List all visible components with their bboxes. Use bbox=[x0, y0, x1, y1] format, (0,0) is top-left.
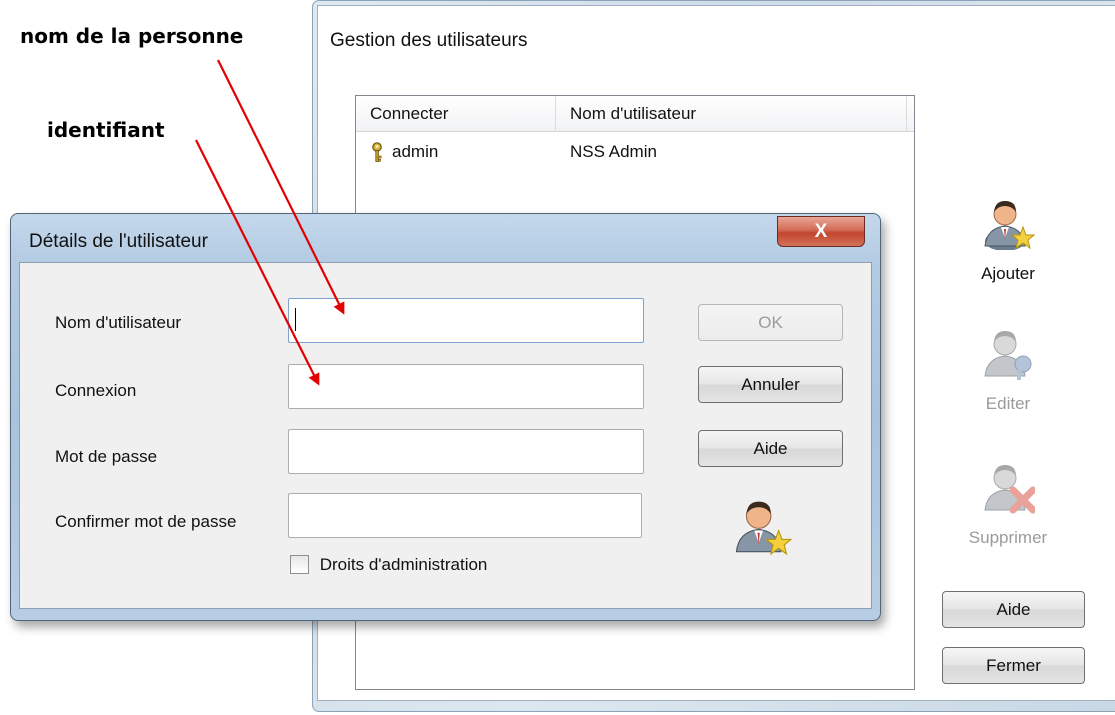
user-delete-icon bbox=[984, 465, 1035, 514]
dialog-body: Nom d'utilisateur Connexion Mot de passe… bbox=[19, 262, 872, 609]
row-username: NSS Admin bbox=[570, 142, 657, 161]
add-user-button[interactable]: Ajouter bbox=[943, 194, 1073, 284]
cancel-button[interactable]: Annuler bbox=[698, 366, 843, 403]
password-input[interactable] bbox=[288, 429, 644, 474]
confirm-password-label: Confirmer mot de passe bbox=[55, 512, 237, 531]
user-add-icon bbox=[984, 201, 1035, 250]
users-window-title: Gestion des utilisateurs bbox=[330, 30, 528, 51]
admin-rights-label: Droits d'administration bbox=[319, 554, 488, 574]
edit-user-label: Editer bbox=[985, 394, 1031, 413]
column-header-login[interactable]: Connecter bbox=[356, 96, 556, 132]
add-user-label: Ajouter bbox=[981, 264, 1035, 283]
user-add-icon bbox=[735, 501, 792, 556]
username-label: Nom d'utilisateur bbox=[55, 313, 182, 332]
users-window-help-button[interactable]: Aide bbox=[942, 591, 1085, 628]
password-label: Mot de passe bbox=[55, 447, 158, 466]
login-label: Connexion bbox=[55, 381, 137, 400]
edit-user-button[interactable]: Editer bbox=[943, 324, 1073, 414]
login-input[interactable] bbox=[288, 364, 644, 409]
dialog-close-button[interactable]: X bbox=[777, 216, 865, 247]
admin-rights-checkbox[interactable] bbox=[290, 555, 309, 575]
admin-rights-option[interactable]: Droits d'administration bbox=[290, 554, 487, 578]
list-item[interactable]: admin NSS Admin bbox=[356, 136, 914, 164]
confirm-password-input[interactable] bbox=[288, 493, 642, 538]
close-icon: X bbox=[814, 221, 828, 242]
list-header: Connecter Nom d'utilisateur bbox=[356, 96, 914, 132]
user-edit-icon bbox=[984, 331, 1032, 380]
key-icon bbox=[372, 142, 382, 162]
user-details-dialog: Détails de l'utilisateur X Nom d'utilisa… bbox=[10, 213, 881, 621]
annotation-person-name: nom de la personne bbox=[20, 24, 244, 48]
screenshot-stage: nom de la personne identifiant Gestion d… bbox=[0, 0, 1115, 715]
column-header-username[interactable]: Nom d'utilisateur bbox=[556, 96, 907, 132]
delete-user-button[interactable]: Supprimer bbox=[943, 458, 1073, 548]
dialog-title: Détails de l'utilisateur bbox=[29, 231, 208, 252]
delete-user-label: Supprimer bbox=[968, 528, 1048, 547]
username-input[interactable] bbox=[288, 298, 644, 343]
ok-button[interactable]: OK bbox=[698, 304, 843, 341]
row-login: admin bbox=[392, 142, 439, 161]
text-caret bbox=[295, 308, 296, 331]
annotation-identifier: identifiant bbox=[47, 118, 165, 142]
dialog-help-button[interactable]: Aide bbox=[698, 430, 843, 467]
users-window-close-button[interactable]: Fermer bbox=[942, 647, 1085, 684]
